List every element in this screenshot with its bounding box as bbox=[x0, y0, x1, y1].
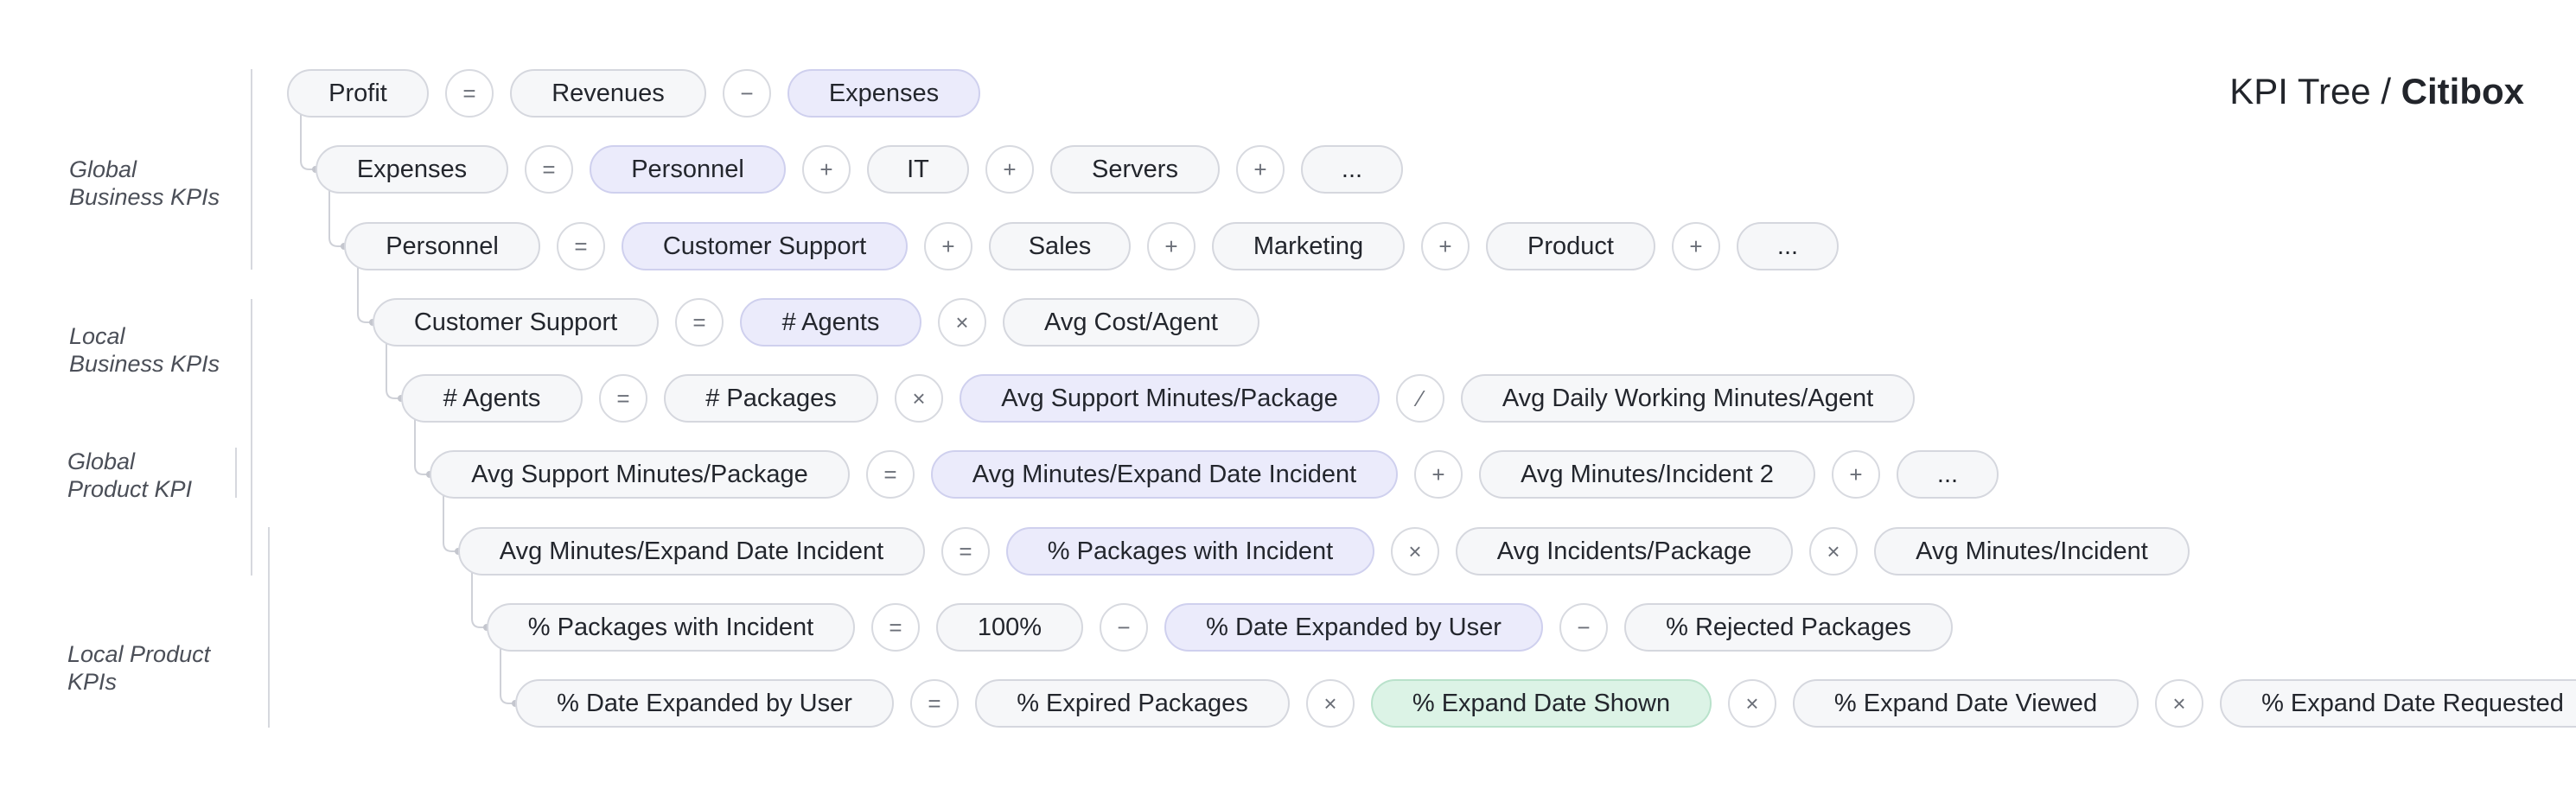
kpi-node-100[interactable]: 100% bbox=[936, 603, 1083, 652]
bracket-local-product bbox=[268, 527, 270, 728]
kpi-root-packages-with-incident[interactable]: % Packages with Incident bbox=[487, 603, 855, 652]
connector-line bbox=[443, 495, 458, 552]
kpi-root-expenses[interactable]: Expenses bbox=[316, 145, 508, 194]
kpi-node-item[interactable]: ... bbox=[1301, 145, 1403, 194]
operator-times-icon: × bbox=[1809, 527, 1858, 576]
kpi-node-expired-packages[interactable]: % Expired Packages bbox=[975, 679, 1290, 728]
bracket-global-business bbox=[251, 69, 252, 270]
kpi-root-avg-minutes-expand-date-incident[interactable]: Avg Minutes/Expand Date Incident bbox=[458, 527, 925, 576]
kpi-tree-diagram: KPI Tree / Citibox Global Business KPIs … bbox=[0, 0, 2576, 795]
bracket-global-product bbox=[235, 448, 237, 498]
operator-times-icon: × bbox=[1391, 527, 1439, 576]
kpi-node-agents[interactable]: # Agents bbox=[740, 298, 921, 347]
operator-equals-icon: = bbox=[599, 374, 647, 423]
kpi-node-product[interactable]: Product bbox=[1486, 222, 1655, 270]
kpi-node-expand-date-viewed[interactable]: % Expand Date Viewed bbox=[1793, 679, 2139, 728]
operator-times-icon: × bbox=[938, 298, 986, 347]
operator-equals-icon: = bbox=[941, 527, 990, 576]
kpi-node-avg-minutes-expand-date-incident[interactable]: Avg Minutes/Expand Date Incident bbox=[931, 450, 1398, 499]
connector-line bbox=[500, 648, 515, 704]
operator-minus-icon: − bbox=[1559, 603, 1608, 652]
kpi-node-avg-support-minutes-package[interactable]: Avg Support Minutes/Package bbox=[960, 374, 1380, 423]
operator-times-icon: × bbox=[895, 374, 943, 423]
operator-minus-icon: − bbox=[1100, 603, 1148, 652]
kpi-root-date-expanded-by-user[interactable]: % Date Expanded by User bbox=[515, 679, 894, 728]
kpi-node-avg-cost-agent[interactable]: Avg Cost/Agent bbox=[1003, 298, 1259, 347]
title-brand: Citibox bbox=[2401, 71, 2524, 111]
kpi-node-avg-incidents-package[interactable]: Avg Incidents/Package bbox=[1456, 527, 1793, 576]
category-local-product-kpis: Local Product KPIs bbox=[67, 641, 211, 695]
kpi-node-personnel[interactable]: Personnel bbox=[590, 145, 786, 194]
connector-line bbox=[414, 419, 430, 475]
operator-minus-icon: − bbox=[723, 69, 771, 118]
operator-plus-icon: + bbox=[1421, 222, 1470, 270]
operator-equals-icon: = bbox=[445, 69, 494, 118]
kpi-node-expenses[interactable]: Expenses bbox=[787, 69, 980, 118]
operator-equals-icon: = bbox=[866, 450, 915, 499]
operator-plus-icon: + bbox=[802, 145, 851, 194]
kpi-node-packages[interactable]: # Packages bbox=[664, 374, 878, 423]
connector-line bbox=[471, 572, 487, 628]
connector-line bbox=[328, 190, 344, 247]
kpi-node-marketing[interactable]: Marketing bbox=[1212, 222, 1405, 270]
title-prefix: KPI Tree / bbox=[2229, 71, 2401, 111]
operator-divide-icon: ⁄ bbox=[1396, 374, 1444, 423]
operator-equals-icon: = bbox=[871, 603, 920, 652]
kpi-node-servers[interactable]: Servers bbox=[1050, 145, 1220, 194]
kpi-node-avg-daily-working-minutes-agent[interactable]: Avg Daily Working Minutes/Agent bbox=[1461, 374, 1915, 423]
operator-times-icon: × bbox=[1728, 679, 1776, 728]
kpi-node-it[interactable]: IT bbox=[867, 145, 969, 194]
operator-equals-icon: = bbox=[675, 298, 724, 347]
operator-equals-icon: = bbox=[525, 145, 573, 194]
kpi-node-expand-date-requested[interactable]: % Expand Date Requested bbox=[2220, 679, 2576, 728]
kpi-node-item[interactable]: ... bbox=[1897, 450, 1999, 499]
kpi-node-sales[interactable]: Sales bbox=[989, 222, 1131, 270]
kpi-root-agents[interactable]: # Agents bbox=[401, 374, 583, 423]
kpi-node-revenues[interactable]: Revenues bbox=[510, 69, 706, 118]
category-global-business-kpis: Global Business KPIs bbox=[69, 156, 220, 210]
bracket-local-business bbox=[251, 299, 252, 576]
kpi-root-profit[interactable]: Profit bbox=[287, 69, 429, 118]
operator-equals-icon: = bbox=[557, 222, 605, 270]
operator-plus-icon: + bbox=[1236, 145, 1285, 194]
kpi-node-date-expanded-by-user[interactable]: % Date Expanded by User bbox=[1164, 603, 1543, 652]
kpi-node-packages-with-incident[interactable]: % Packages with Incident bbox=[1006, 527, 1374, 576]
kpi-node-avg-minutes-incident-2[interactable]: Avg Minutes/Incident 2 bbox=[1479, 450, 1815, 499]
operator-plus-icon: + bbox=[1832, 450, 1880, 499]
kpi-node-customer-support[interactable]: Customer Support bbox=[622, 222, 908, 270]
connector-line bbox=[300, 114, 316, 170]
kpi-node-rejected-packages[interactable]: % Rejected Packages bbox=[1624, 603, 1953, 652]
kpi-node-item[interactable]: ... bbox=[1737, 222, 1839, 270]
operator-plus-icon: + bbox=[985, 145, 1034, 194]
operator-equals-icon: = bbox=[910, 679, 959, 728]
kpi-root-customer-support[interactable]: Customer Support bbox=[373, 298, 659, 347]
category-local-business-kpis: Local Business KPIs bbox=[69, 323, 220, 377]
kpi-root-avg-support-minutes-package[interactable]: Avg Support Minutes/Package bbox=[430, 450, 850, 499]
connector-line bbox=[386, 343, 401, 399]
category-global-product-kpi: Global Product KPI bbox=[67, 448, 193, 502]
operator-plus-icon: + bbox=[1414, 450, 1463, 499]
operator-plus-icon: + bbox=[1147, 222, 1196, 270]
kpi-node-expand-date-shown[interactable]: % Expand Date Shown bbox=[1371, 679, 1712, 728]
kpi-node-avg-minutes-incident[interactable]: Avg Minutes/Incident bbox=[1874, 527, 2190, 576]
kpi-root-personnel[interactable]: Personnel bbox=[344, 222, 540, 270]
diagram-title: KPI Tree / Citibox bbox=[2229, 71, 2524, 112]
connector-line bbox=[357, 267, 373, 323]
operator-plus-icon: + bbox=[924, 222, 972, 270]
operator-times-icon: × bbox=[1306, 679, 1355, 728]
operator-times-icon: × bbox=[2155, 679, 2203, 728]
operator-plus-icon: + bbox=[1672, 222, 1720, 270]
